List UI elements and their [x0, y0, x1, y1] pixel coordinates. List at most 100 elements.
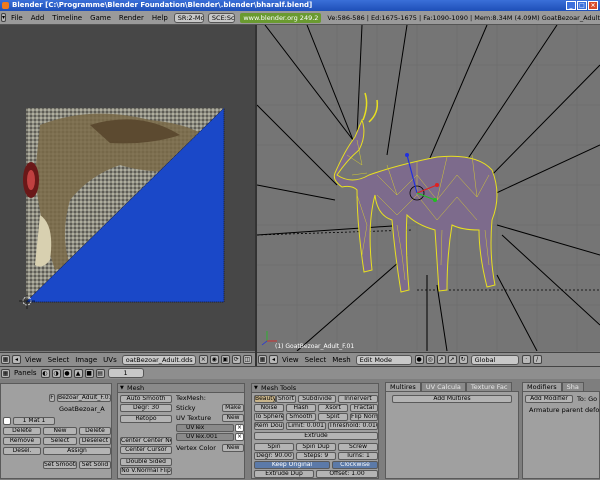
draw-type-icon[interactable]: ●	[414, 355, 424, 364]
threshold-field[interactable]: Threshold: 0.010	[328, 422, 378, 430]
goat-mesh[interactable]	[333, 92, 498, 293]
editing-context-icon[interactable]: ■	[84, 368, 94, 378]
edge-select-icon[interactable]: /	[532, 355, 542, 364]
tab-modifiers[interactable]: Modifiers	[522, 382, 562, 391]
menu-select[interactable]: Select	[45, 356, 73, 364]
add-multires-button[interactable]: Add Multires	[392, 395, 512, 403]
mesh-panel-title[interactable]: Mesh	[118, 384, 244, 393]
translate-icon[interactable]: ➚	[447, 355, 457, 364]
deselect-vgroup-button[interactable]: Desel.	[3, 447, 41, 455]
close-icon[interactable]: ×	[588, 1, 598, 10]
mesh-tools-panel-title[interactable]: Mesh Tools	[252, 384, 378, 393]
editor-type-icon[interactable]: ▦	[258, 355, 267, 364]
select-button[interactable]: Select	[43, 437, 77, 445]
tab-shapes[interactable]: Sha	[561, 382, 584, 391]
delete-material-button[interactable]: Delete	[79, 427, 111, 435]
tab-multires[interactable]: Multires	[385, 382, 421, 391]
mode-selector[interactable]: Edit Mode	[355, 354, 412, 365]
spin-button[interactable]: Spin	[254, 443, 294, 451]
material-index-field[interactable]: 1 Mat 1	[13, 417, 55, 425]
turns-field[interactable]: Turns: 1	[338, 452, 378, 460]
snap-icon[interactable]: ◫	[242, 355, 252, 364]
editor-type-icon[interactable]: ▦	[1, 355, 10, 364]
uvtex-item[interactable]: UVTex	[176, 424, 234, 432]
vertex-select-icon[interactable]: ·	[521, 355, 531, 364]
set-smooth-button[interactable]: Set Smooth	[43, 461, 77, 469]
material-color-swatch[interactable]	[3, 417, 11, 425]
delete-uvtex-icon[interactable]: ×	[235, 433, 244, 441]
clockwise-toggle[interactable]: Clockwise	[332, 461, 378, 469]
collapse-menu-icon[interactable]: ◂	[12, 355, 21, 364]
sticky-make-button[interactable]: Make	[222, 404, 244, 412]
menu-game[interactable]: Game	[86, 14, 115, 22]
innervert-button[interactable]: Innervert	[338, 395, 378, 403]
scene-selector[interactable]: SCE:Scene	[207, 12, 236, 23]
mesh-name-field[interactable]: GoatBezoar_A	[59, 405, 105, 413]
split-button[interactable]: Split	[318, 413, 348, 421]
no-vnormal-flip-toggle[interactable]: No V.Normal Flip	[120, 467, 172, 475]
close-image-icon[interactable]: ×	[198, 355, 208, 364]
short-toggle[interactable]: Short	[276, 395, 296, 403]
menu-add[interactable]: Add	[27, 14, 49, 22]
object-name-field[interactable]: Bezoar_Adult_F.01	[57, 394, 111, 402]
menu-render[interactable]: Render	[115, 14, 148, 22]
modifier-target-label[interactable]: To: Go	[577, 395, 597, 403]
object-context-icon[interactable]: ▲	[73, 368, 83, 378]
orientation-selector[interactable]: Global	[470, 354, 519, 365]
add-modifier-button[interactable]: Add Modifier	[525, 395, 573, 403]
double-sided-toggle[interactable]: Double Sided	[120, 458, 172, 466]
3d-viewport[interactable]: (1) GoatBezoar_Adult_F.01	[257, 25, 600, 351]
rotate-icon[interactable]: ↻	[458, 355, 468, 364]
delete-button[interactable]: Delete	[3, 427, 41, 435]
scene-context-icon[interactable]: ▤	[95, 368, 105, 378]
vertex-color-new-button[interactable]: New	[222, 444, 244, 452]
xsort-button[interactable]: Xsort	[318, 404, 348, 412]
deselect-button[interactable]: Deselect	[79, 437, 111, 445]
degr-field[interactable]: Degr: 90.00	[254, 452, 294, 460]
uv-image-canvas[interactable]	[0, 25, 255, 351]
remove-button[interactable]: Remove	[3, 437, 41, 445]
fractal-button[interactable]: Fractal	[350, 404, 378, 412]
extrude-dup-button[interactable]: Extrude Dup	[254, 470, 314, 478]
new-material-button[interactable]: New	[43, 427, 77, 435]
panels-menu[interactable]: Panels	[11, 369, 40, 377]
pin-icon[interactable]: ◉	[209, 355, 219, 364]
extrude-button[interactable]: Extrude	[254, 432, 378, 440]
frame-number[interactable]: 1	[107, 368, 144, 378]
pivot-icon[interactable]: ◎	[425, 355, 435, 364]
uvtex-item[interactable]: UVTex.001	[176, 433, 234, 441]
center-cursor-button[interactable]: Center Cursor	[120, 446, 172, 454]
menu-mesh[interactable]: Mesh	[329, 356, 353, 364]
tab-texture-face[interactable]: Texture Fac	[465, 382, 513, 391]
spin-dup-button[interactable]: Spin Dup	[296, 443, 336, 451]
collapse-menu-icon[interactable]: ◂	[269, 355, 278, 364]
sync-uv-icon[interactable]: ⟳	[231, 355, 241, 364]
menu-help[interactable]: Help	[148, 14, 172, 22]
flip-normal-button[interactable]: Flip Normal	[350, 413, 378, 421]
steps-field[interactable]: Steps: 9	[296, 452, 336, 460]
blender-url[interactable]: www.blender.org 249.2	[240, 12, 322, 23]
noise-button[interactable]: Noise	[254, 404, 284, 412]
auto-smooth-toggle[interactable]: Auto Smooth	[120, 395, 172, 403]
menu-select[interactable]: Select	[302, 356, 330, 364]
limit-field[interactable]: Limit: 0.001	[286, 422, 326, 430]
beauty-toggle[interactable]: Beauty	[254, 395, 276, 403]
image-selector[interactable]: oatBezoar_Adult.dds	[121, 354, 196, 365]
uv-texture-new-button[interactable]: New	[222, 414, 244, 422]
keep-original-toggle[interactable]: Keep Original	[254, 461, 330, 469]
editor-type-icon[interactable]: ▦	[1, 368, 10, 378]
image-editor[interactable]	[0, 25, 255, 351]
manipulator-toggle-icon[interactable]: ↗	[436, 355, 446, 364]
logic-context-icon[interactable]: ◐	[40, 368, 50, 378]
rem-doubles-button[interactable]: Rem Doubles	[254, 422, 284, 430]
delete-uvtex-icon[interactable]: ×	[235, 424, 244, 432]
set-solid-button[interactable]: Set Solid	[79, 461, 111, 469]
screen-selector[interactable]: SR:2-Model	[173, 12, 204, 23]
subdivide-button[interactable]: Subdivide	[298, 395, 336, 403]
tab-uv-calculation[interactable]: UV Calcula	[420, 382, 466, 391]
viewport-canvas[interactable]	[257, 25, 600, 351]
minimize-icon[interactable]: _	[566, 1, 576, 10]
to-sphere-button[interactable]: To Sphere	[254, 413, 284, 421]
menu-view[interactable]: View	[22, 356, 45, 364]
window-type-icon[interactable]: ▾	[1, 13, 7, 22]
